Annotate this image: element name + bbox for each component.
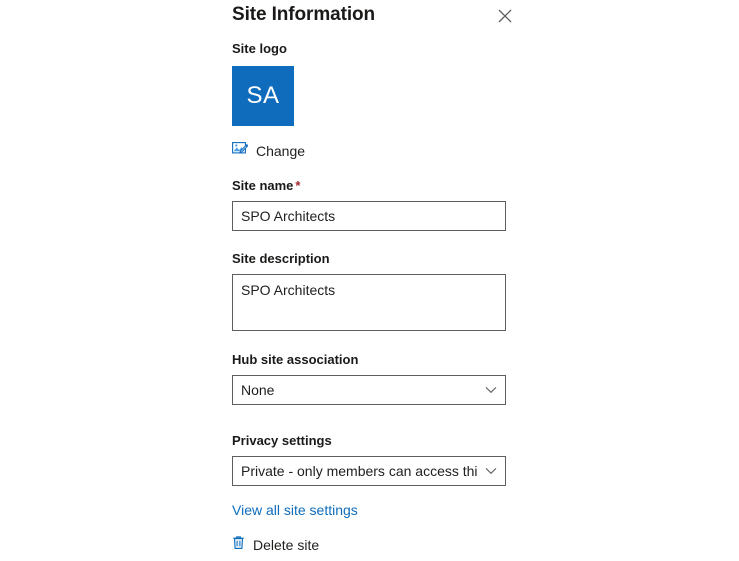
site-description-label: Site description [232,251,330,266]
change-logo-label: Change [256,143,306,159]
privacy-settings-section: Privacy settings Private - only members … [232,433,506,486]
delete-site-section: Delete site [232,535,319,555]
site-description-section: Site description [232,251,506,336]
site-name-input[interactable] [232,201,506,231]
image-edit-icon [232,141,249,161]
view-all-site-settings-link[interactable]: View all site settings [232,502,358,518]
view-all-site-settings-section: View all site settings [232,501,358,520]
site-logo-section: Site logo SA Change [232,41,305,161]
hub-site-section: Hub site association None [232,352,506,405]
chevron-down-icon [477,386,505,394]
hub-site-label: Hub site association [232,352,359,367]
site-name-label-text: Site name [232,178,294,193]
site-logo-initials: SA [246,82,280,109]
delete-site-button[interactable]: Delete site [232,535,319,555]
trash-icon [232,535,245,555]
delete-site-label: Delete site [253,537,320,553]
chevron-down-icon [477,467,505,475]
site-information-panel: Site Information Site logo SA Change Sit… [225,0,739,561]
close-icon [498,9,512,23]
required-asterisk: * [295,178,301,193]
site-name-section: Site name * [232,178,506,231]
privacy-settings-dropdown[interactable]: Private - only members can access this .… [232,456,506,486]
site-name-label: Site name * [232,178,506,194]
change-logo-button[interactable]: Change [232,141,305,161]
site-logo-label: Site logo [232,41,287,56]
privacy-settings-selected-value: Private - only members can access this .… [241,463,477,479]
site-description-textarea[interactable] [232,274,506,331]
site-logo-tile[interactable]: SA [232,66,294,126]
panel-header: Site Information [225,0,739,42]
page-title: Site Information [232,4,376,25]
privacy-settings-label: Privacy settings [232,433,332,448]
hub-site-dropdown[interactable]: None [232,375,506,405]
close-button[interactable] [487,0,523,32]
hub-site-selected-value: None [241,382,275,398]
